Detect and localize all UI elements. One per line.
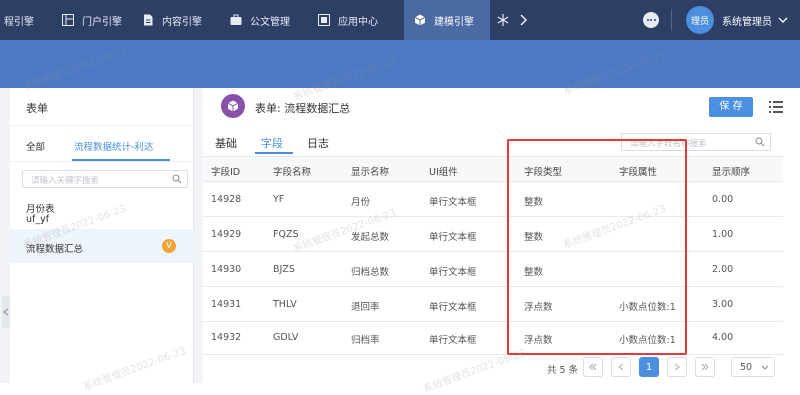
- tab-basic[interactable]: 基础: [215, 135, 237, 151]
- nav-item-content-engine[interactable]: 内容引擎: [132, 0, 220, 40]
- save-button[interactable]: 保 存: [709, 97, 753, 117]
- apps-icon: [318, 14, 330, 26]
- search-icon[interactable]: [172, 174, 182, 184]
- layout-icon: [62, 14, 74, 26]
- panel-title: 表单: [26, 102, 48, 115]
- tab-all[interactable]: 全部: [26, 139, 45, 153]
- nav-item-app-center[interactable]: 应用中心: [308, 0, 404, 40]
- chevron-down-icon: [761, 365, 769, 370]
- nav-item-modeling-engine[interactable]: 建模引擎: [404, 0, 490, 40]
- chevron-right-icon: [520, 14, 528, 26]
- fields-table: 字段ID 字段名称 显示名称 UI组件 字段类型 字段属性 显示顺序 14928…: [203, 156, 800, 355]
- form-list-panel: 表单 全部 流程数据统计-利达 请输入关键字搜索 月份表 uf_yf 流程数据汇…: [10, 88, 194, 383]
- tab-bar-line: [10, 161, 194, 162]
- page-body: 表单 全部 流程数据统计-利达 请输入关键字搜索 月份表 uf_yf 流程数据汇…: [0, 88, 800, 383]
- nav-item-more[interactable]: [490, 0, 516, 40]
- cube-icon: [227, 100, 239, 112]
- user-name[interactable]: 系统管理员: [722, 13, 772, 28]
- column-header-field-id: 字段ID: [211, 167, 241, 178]
- more-menu-icon[interactable]: [643, 12, 659, 28]
- briefcase-icon: [230, 14, 242, 25]
- search-placeholder: 请输入关键字搜索: [31, 176, 100, 186]
- tab-fields[interactable]: 字段: [261, 135, 283, 151]
- user-area: 理员 系统管理员: [643, 0, 800, 40]
- nav-item-portal-engine[interactable]: 门户引擎: [52, 0, 132, 40]
- page-title: 表单: 流程数据汇总: [255, 102, 351, 115]
- list-item-label: 流程数据汇总: [26, 244, 84, 255]
- tab-log[interactable]: 日志: [307, 135, 329, 151]
- form-detail-panel: 表单: 流程数据汇总 保 存 基础 字段 日志 请输入字段名称搜索 字段ID 字…: [203, 88, 800, 383]
- menu-icon[interactable]: [769, 101, 783, 113]
- avatar[interactable]: 理员: [686, 6, 714, 34]
- cube-icon: [414, 14, 426, 26]
- nav-scroll-right[interactable]: [516, 0, 536, 40]
- document-icon: [144, 14, 153, 26]
- double-chevron-right-icon: [701, 363, 709, 371]
- highlight-box: [507, 139, 687, 355]
- header-banner: [0, 40, 800, 88]
- nav-item-process-engine[interactable]: 程引擎: [0, 0, 52, 40]
- chevron-left-icon: [618, 363, 624, 371]
- next-page-button[interactable]: [667, 357, 687, 377]
- nav-item-document-management[interactable]: 公文管理: [220, 0, 308, 40]
- last-page-button[interactable]: [695, 357, 715, 377]
- column-header-display-name: 显示名称: [351, 167, 390, 178]
- top-navigation: 程引擎 门户引擎 内容引擎 公文管理 应用中心 建模引擎 理员 系统管理员: [0, 0, 800, 40]
- form-icon: [221, 94, 245, 118]
- chevron-left-icon: [3, 308, 9, 316]
- prev-page-button[interactable]: [611, 357, 631, 377]
- double-chevron-left-icon: [589, 363, 597, 371]
- list-item-monthly[interactable]: 月份表 uf_yf: [10, 195, 194, 229]
- column-header-ui-component: UI组件: [429, 167, 458, 178]
- list-item-table-name: uf_yf: [26, 214, 50, 225]
- version-badge: V: [162, 239, 176, 253]
- page-1-button[interactable]: 1: [639, 357, 659, 377]
- page-size-value: 50: [740, 362, 753, 373]
- tab-process-stats[interactable]: 流程数据统计-利达: [74, 139, 153, 153]
- snowflake-icon: [497, 14, 509, 26]
- search-input[interactable]: 请输入关键字搜索: [22, 170, 188, 188]
- first-page-button[interactable]: [583, 357, 603, 377]
- total-count: 共 5 条: [547, 365, 579, 376]
- list-item-label: 月份表: [26, 204, 55, 215]
- column-header-field-name: 字段名称: [273, 167, 312, 178]
- list-item-process-summary[interactable]: 流程数据汇总 V: [10, 229, 194, 263]
- sidebar-collapse-handle[interactable]: [2, 296, 10, 328]
- chevron-down-icon[interactable]: [778, 16, 788, 24]
- chevron-right-icon: [674, 363, 680, 371]
- panel-divider: [10, 125, 194, 126]
- column-header-display-order: 显示顺序: [712, 167, 751, 178]
- page-size-select[interactable]: 50: [731, 357, 775, 377]
- search-icon[interactable]: [755, 137, 765, 147]
- tab-active-underline: [255, 152, 293, 154]
